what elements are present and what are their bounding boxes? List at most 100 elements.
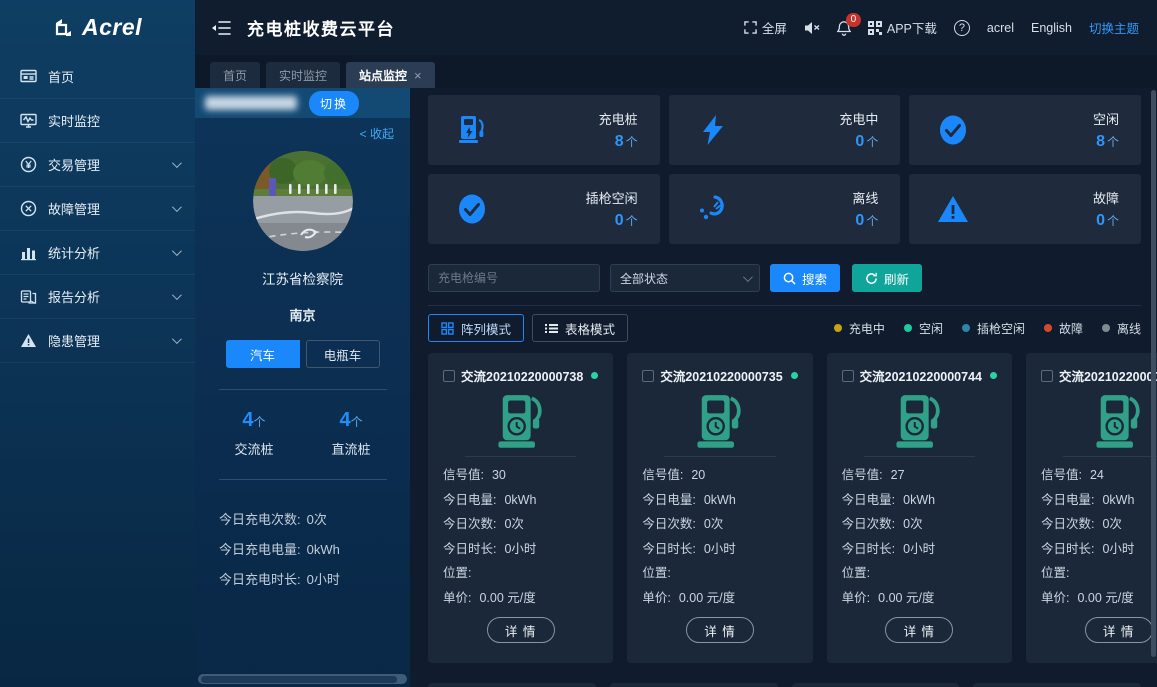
- charger-checkbox[interactable]: [443, 370, 455, 382]
- charger-field-row: 信号值:20: [642, 463, 797, 488]
- sidebar-item-hazard-mgmt[interactable]: 隐患管理: [0, 319, 195, 363]
- charger-checkbox[interactable]: [1041, 370, 1053, 382]
- tab-site-monitor[interactable]: 站点监控 ×: [346, 62, 435, 88]
- detail-button[interactable]: 详 情: [885, 617, 953, 643]
- today-stat-row: 今日充电时长: 0小时: [219, 565, 340, 595]
- warning-triangle-icon: [20, 332, 37, 349]
- charger-field-row: 今日电量:0kWh: [642, 488, 797, 513]
- vehicle-tab-ebike[interactable]: 电瓶车: [306, 340, 380, 368]
- search-button[interactable]: 搜索: [770, 264, 840, 292]
- tab-realtime-monitor[interactable]: 实时监控: [266, 62, 340, 88]
- help-button[interactable]: ?: [954, 20, 970, 36]
- sidebar-item-home[interactable]: 首页: [0, 55, 195, 99]
- status-dot-icon: [990, 372, 997, 379]
- charger-card: [792, 683, 960, 687]
- theme-toggle[interactable]: 切换主题: [1089, 18, 1139, 37]
- acrel-logo-icon: [53, 17, 75, 39]
- legend-dot-icon: [834, 324, 842, 332]
- charger-fields: 信号值:24今日电量:0kWh今日次数:0次今日时长:0小时位置:单价:0.00…: [1041, 463, 1157, 610]
- charger-card: 交流20210220000736 信号值:24今日电量:0kWh今日次数:0次今…: [1026, 353, 1157, 663]
- notifications-button[interactable]: 0: [837, 20, 851, 36]
- close-icon[interactable]: ×: [414, 68, 422, 83]
- charger-field-row: 今日次数:0次: [842, 512, 997, 537]
- vehicle-tab-car[interactable]: 汽车: [226, 340, 300, 368]
- legend-dot-icon: [904, 324, 912, 332]
- list-icon: [545, 322, 558, 335]
- grid-mode-button[interactable]: 阵列模式: [428, 314, 524, 342]
- collapse-panel-link[interactable]: < 收起: [360, 125, 394, 142]
- menu-fold-icon[interactable]: [211, 20, 231, 36]
- legend-item: 充电中: [834, 320, 885, 337]
- chevron-left-icon: <: [360, 127, 367, 141]
- charger-title: 交流20210220000738: [461, 366, 583, 385]
- charger-field-row: 今日电量:0kWh: [1041, 488, 1157, 513]
- sidebar: Acrel 首页 实时监控 交易管理 故障管理: [0, 0, 195, 687]
- horizontal-scrollbar[interactable]: [198, 674, 407, 684]
- app-download-button[interactable]: APP下载: [868, 18, 937, 37]
- detail-button[interactable]: 详 情: [686, 617, 754, 643]
- status-card-idle: 空闲 8个: [909, 95, 1141, 165]
- status-card-charging: 充电中 0个: [669, 95, 901, 165]
- scrollbar-thumb[interactable]: [201, 676, 397, 683]
- charging-pile-icon: [456, 114, 488, 146]
- app-root: Acrel 首页 实时监控 交易管理 故障管理: [0, 0, 1157, 687]
- tab-home[interactable]: 首页: [210, 62, 260, 88]
- sidebar-item-label: 交易管理: [48, 155, 100, 174]
- ac-pile-stat: 4个 交流桩: [234, 409, 273, 458]
- monitor-wave-icon: [20, 112, 37, 129]
- detail-button[interactable]: 详 情: [1085, 617, 1153, 643]
- charger-card: [610, 683, 778, 687]
- switch-station-button[interactable]: 切换: [309, 91, 359, 116]
- today-stats: 今日充电次数: 0次 今日充电电量: 0kWh 今日充电时长: 0小时: [195, 505, 340, 595]
- sidebar-item-label: 故障管理: [48, 199, 100, 218]
- sidebar-item-label: 首页: [48, 67, 74, 86]
- ev-charger-icon: [893, 393, 945, 451]
- page-title: 充电桩收费云平台: [247, 15, 395, 40]
- charger-checkbox[interactable]: [842, 370, 854, 382]
- charger-card: 交流20210220000738 信号值:30今日电量:0kWh今日次数:0次今…: [428, 353, 613, 663]
- lightning-icon: [697, 114, 729, 146]
- charger-fields: 信号值:27今日电量:0kWh今日次数:0次今日时长:0小时位置:单价:0.00…: [842, 463, 997, 610]
- station-switcher-bar: 切换: [195, 88, 410, 118]
- charger-field-row: 今日次数:0次: [1041, 512, 1157, 537]
- mute-button[interactable]: [804, 21, 820, 35]
- sidebar-item-report-analysis[interactable]: 报告分析: [0, 275, 195, 319]
- language-toggle[interactable]: English: [1031, 21, 1072, 35]
- refresh-button[interactable]: 刷新: [852, 264, 922, 292]
- divider: [219, 389, 387, 390]
- sidebar-item-fault-mgmt[interactable]: 故障管理: [0, 187, 195, 231]
- username[interactable]: acrel: [987, 21, 1014, 35]
- today-stat-row: 今日充电次数: 0次: [219, 505, 340, 535]
- brand-logo-text: Acrel: [82, 14, 142, 41]
- charger-card: [428, 683, 596, 687]
- chevron-down-icon: [172, 158, 182, 168]
- sidebar-item-statistics[interactable]: 统计分析: [0, 231, 195, 275]
- station-name-redacted: [205, 96, 297, 110]
- main-panel: 充电桩 8个 充电中 0个 空闲: [410, 88, 1157, 687]
- legend-item: 离线: [1102, 320, 1141, 337]
- brand-logo: Acrel: [0, 0, 195, 55]
- fullscreen-icon: [744, 21, 757, 34]
- charger-checkbox[interactable]: [642, 370, 654, 382]
- charger-title: 交流20210220000735: [660, 366, 782, 385]
- charger-field-row: 信号值:27: [842, 463, 997, 488]
- charger-card: 交流20210220000744 信号值:27今日电量:0kWh今日次数:0次今…: [827, 353, 1012, 663]
- sidebar-item-transaction-mgmt[interactable]: 交易管理: [0, 143, 195, 187]
- status-card-gun-idle: 插枪空闲 0个: [428, 174, 660, 244]
- dc-pile-stat: 4个 直流桩: [332, 409, 371, 458]
- vertical-scrollbar[interactable]: [1151, 90, 1156, 657]
- detail-button[interactable]: 详 情: [487, 617, 555, 643]
- divider: [428, 305, 1141, 306]
- warning-triangle-icon: [937, 193, 969, 225]
- sidebar-item-realtime-monitor[interactable]: 实时监控: [0, 99, 195, 143]
- gun-number-input[interactable]: [428, 264, 600, 292]
- fullscreen-button[interactable]: 全屏: [744, 18, 787, 37]
- table-mode-button[interactable]: 表格模式: [532, 314, 628, 342]
- status-select[interactable]: 全部状态: [610, 264, 760, 292]
- ev-charger-icon: [1093, 393, 1145, 451]
- question-icon: ?: [954, 20, 970, 36]
- charger-field-row: 今日次数:0次: [642, 512, 797, 537]
- tab-bar: 首页 实时监控 站点监控 ×: [195, 55, 1157, 88]
- divider: [465, 456, 576, 457]
- mute-speaker-icon: [804, 21, 820, 35]
